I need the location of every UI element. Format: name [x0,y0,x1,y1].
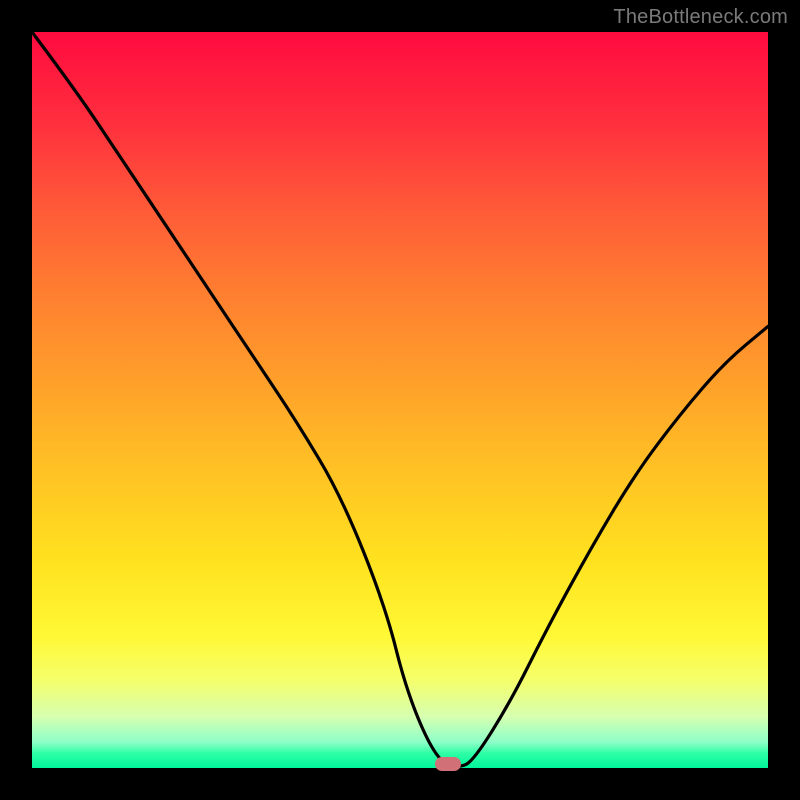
plot-area [32,32,768,768]
bottleneck-curve [32,32,768,768]
curve-path [32,32,768,766]
watermark-text: TheBottleneck.com [613,6,788,29]
optimal-marker [435,757,461,771]
chart-frame: TheBottleneck.com [0,0,800,800]
